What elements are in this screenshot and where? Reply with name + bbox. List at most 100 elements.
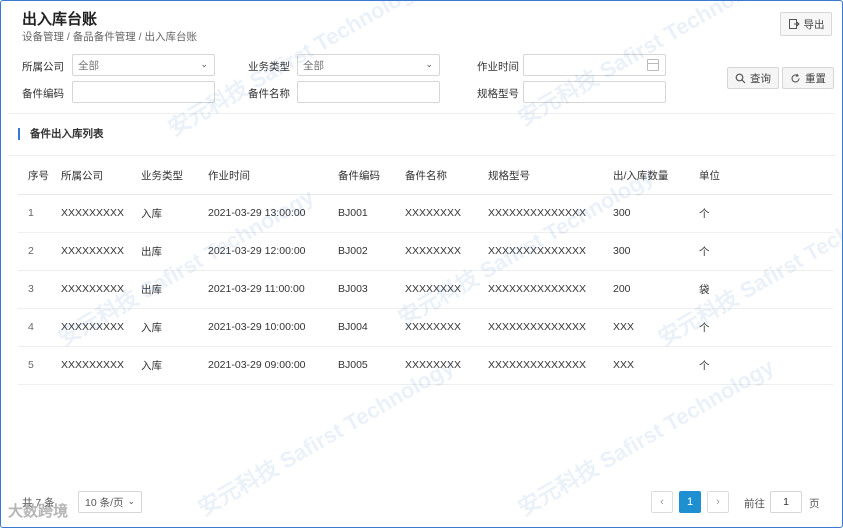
page-size-value: 10 条/页 bbox=[85, 496, 124, 509]
chevron-right-icon: › bbox=[716, 496, 720, 508]
cell-company: XXXXXXXXX bbox=[51, 346, 131, 385]
cell-quantity: 300 bbox=[603, 232, 689, 271]
table-row[interactable]: 5 XXXXXXXXX 入库 2021-03-29 09:00:00 BJ005… bbox=[18, 346, 833, 385]
spec-input[interactable] bbox=[523, 81, 666, 103]
col-header-index: 序号 bbox=[18, 158, 51, 195]
goto-page-input[interactable]: 1 bbox=[770, 491, 802, 513]
part-name-input[interactable] bbox=[297, 81, 440, 103]
cell-part-code: BJ001 bbox=[328, 194, 395, 233]
col-header-quantity: 出/入库数量 bbox=[603, 158, 689, 195]
cell-spec: XXXXXXXXXXXXXX bbox=[478, 194, 603, 233]
chevron-down-icon: ⌄ bbox=[200, 59, 208, 69]
breadcrumb-item[interactable]: 备品备件管理 / bbox=[73, 31, 142, 43]
company-select-value: 全部 bbox=[78, 59, 99, 72]
cell-quantity: 300 bbox=[603, 194, 689, 233]
goto-label: 前往 bbox=[744, 498, 765, 510]
cell-index: 5 bbox=[18, 346, 51, 385]
breadcrumb-item: 出入库台账 bbox=[144, 31, 198, 43]
cell-part-name: XXXXXXXX bbox=[395, 346, 478, 385]
chevron-down-icon: ⌄ bbox=[127, 496, 135, 506]
part-name-label: 备件名称 bbox=[248, 88, 290, 100]
col-header-unit: 单位 bbox=[689, 158, 833, 195]
page-size-select[interactable]: 10 条/页 ⌄ bbox=[78, 491, 142, 513]
page-number-button[interactable]: 1 bbox=[679, 491, 701, 513]
cell-biz-type: 出库 bbox=[131, 270, 198, 309]
query-button[interactable]: 查询 bbox=[727, 67, 779, 89]
biz-type-select-value: 全部 bbox=[303, 59, 324, 72]
cell-index: 1 bbox=[18, 194, 51, 233]
table-row[interactable]: 1 XXXXXXXXX 入库 2021-03-29 13:00:00 BJ001… bbox=[18, 194, 833, 233]
section-title: 备件出入库列表 bbox=[18, 128, 104, 140]
cell-unit: 个 bbox=[689, 346, 833, 385]
cell-biz-type: 入库 bbox=[131, 346, 198, 385]
company-select[interactable]: 全部 ⌄ bbox=[72, 54, 215, 76]
cell-part-code: BJ003 bbox=[328, 270, 395, 309]
cell-quantity: 200 bbox=[603, 270, 689, 309]
export-button[interactable]: 导出 bbox=[780, 12, 832, 36]
cell-op-time: 2021-03-29 11:00:00 bbox=[198, 270, 328, 309]
table-row[interactable]: 3 XXXXXXXXX 出库 2021-03-29 11:00:00 BJ003… bbox=[18, 270, 833, 309]
col-header-part-name: 备件名称 bbox=[395, 158, 478, 195]
bottom-watermark: 大数跨境 bbox=[8, 503, 69, 520]
cell-part-code: BJ002 bbox=[328, 232, 395, 271]
cell-part-code: BJ005 bbox=[328, 346, 395, 385]
refresh-icon bbox=[791, 73, 800, 82]
cell-op-time: 2021-03-29 12:00:00 bbox=[198, 232, 328, 271]
col-header-part-code: 备件编码 bbox=[328, 158, 395, 195]
col-header-spec: 规格型号 bbox=[478, 158, 603, 195]
cell-part-code: BJ004 bbox=[328, 308, 395, 347]
page-unit-label: 页 bbox=[809, 498, 820, 510]
reset-label: 重置 bbox=[805, 72, 826, 85]
table-row[interactable]: 2 XXXXXXXXX 出库 2021-03-29 12:00:00 BJ002… bbox=[18, 232, 833, 271]
cell-unit: 个 bbox=[689, 194, 833, 233]
company-label: 所属公司 bbox=[22, 61, 64, 73]
query-label: 查询 bbox=[750, 72, 771, 85]
chevron-down-icon: ⌄ bbox=[425, 59, 433, 69]
cell-biz-type: 入库 bbox=[131, 194, 198, 233]
cell-index: 4 bbox=[18, 308, 51, 347]
calendar-icon bbox=[647, 59, 659, 71]
page-title: 出入库台账 bbox=[22, 11, 98, 28]
table-header-row: 序号 所属公司 业务类型 作业时间 备件编码 备件名称 规格型号 出/入库数量 … bbox=[18, 158, 833, 195]
cell-company: XXXXXXXXX bbox=[51, 194, 131, 233]
cell-unit: 个 bbox=[689, 308, 833, 347]
search-icon bbox=[735, 73, 746, 83]
chevron-left-icon: ‹ bbox=[660, 496, 664, 508]
cell-op-time: 2021-03-29 10:00:00 bbox=[198, 308, 328, 347]
export-label: 导出 bbox=[803, 18, 825, 31]
reset-button[interactable]: 重置 bbox=[782, 67, 834, 89]
divider bbox=[8, 113, 835, 114]
cell-index: 3 bbox=[18, 270, 51, 309]
table-row[interactable]: 4 XXXXXXXXX 入库 2021-03-29 10:00:00 BJ004… bbox=[18, 308, 833, 347]
prev-page-button[interactable]: ‹ bbox=[651, 491, 673, 513]
cell-part-name: XXXXXXXX bbox=[395, 308, 478, 347]
cell-company: XXXXXXXXX bbox=[51, 308, 131, 347]
cell-spec: XXXXXXXXXXXXXX bbox=[478, 308, 603, 347]
cell-index: 2 bbox=[18, 232, 51, 271]
cell-biz-type: 出库 bbox=[131, 232, 198, 271]
cell-op-time: 2021-03-29 09:00:00 bbox=[198, 346, 328, 385]
breadcrumb-item[interactable]: 设备管理 / bbox=[22, 31, 70, 43]
op-time-input[interactable] bbox=[523, 54, 666, 76]
cell-quantity: XXX bbox=[603, 346, 689, 385]
breadcrumb: 设备管理 / 备品备件管理 / 出入库台账 bbox=[22, 29, 197, 44]
col-header-company: 所属公司 bbox=[51, 158, 131, 195]
cell-op-time: 2021-03-29 13:00:00 bbox=[198, 194, 328, 233]
cell-unit: 袋 bbox=[689, 270, 833, 309]
spec-label: 规格型号 bbox=[477, 88, 519, 100]
cell-spec: XXXXXXXXXXXXXX bbox=[478, 346, 603, 385]
cell-biz-type: 入库 bbox=[131, 308, 198, 347]
cell-part-name: XXXXXXXX bbox=[395, 194, 478, 233]
cell-company: XXXXXXXXX bbox=[51, 270, 131, 309]
cell-unit: 个 bbox=[689, 232, 833, 271]
biz-type-label: 业务类型 bbox=[248, 61, 290, 73]
col-header-op-time: 作业时间 bbox=[198, 158, 328, 195]
divider bbox=[8, 155, 835, 156]
cell-spec: XXXXXXXXXXXXXX bbox=[478, 270, 603, 309]
col-header-biz-type: 业务类型 bbox=[131, 158, 198, 195]
biz-type-select[interactable]: 全部 ⌄ bbox=[297, 54, 440, 76]
export-icon bbox=[788, 19, 800, 29]
next-page-button[interactable]: › bbox=[707, 491, 729, 513]
cell-spec: XXXXXXXXXXXXXX bbox=[478, 232, 603, 271]
part-code-input[interactable] bbox=[72, 81, 215, 103]
